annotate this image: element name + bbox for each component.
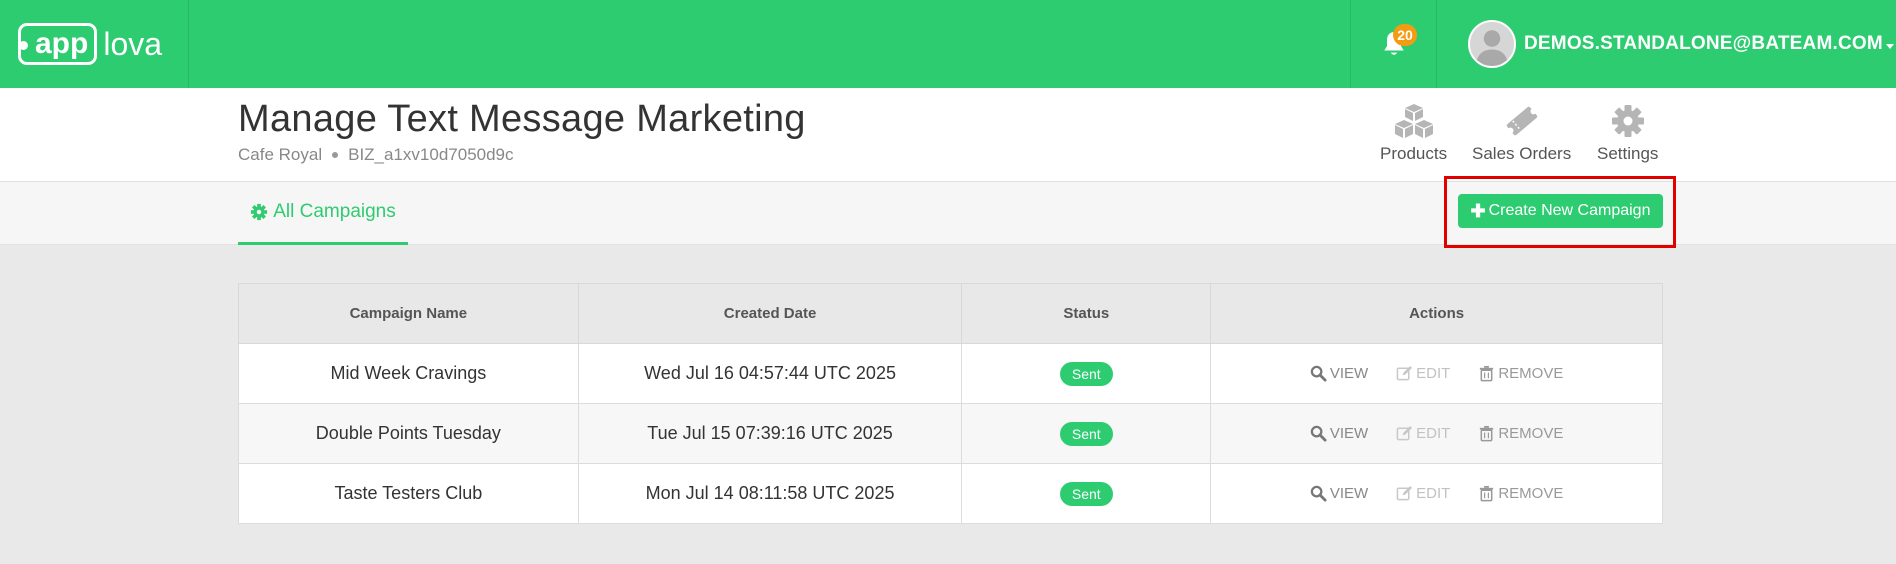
notifications-button[interactable]: 20: [1350, 0, 1437, 88]
search-icon: [1310, 485, 1327, 502]
separator-dot: [332, 152, 339, 158]
view-button[interactable]: VIEW: [1310, 425, 1368, 442]
gear-icon: [1611, 105, 1644, 137]
nav-sales-orders[interactable]: Sales Orders: [1472, 102, 1571, 164]
logo-badge: app: [18, 23, 98, 65]
nav-products-label: Products: [1380, 144, 1448, 163]
plus-icon: ✚: [1470, 200, 1486, 221]
view-button[interactable]: VIEW: [1310, 485, 1368, 502]
remove-button[interactable]: REMOVE: [1478, 425, 1563, 442]
column-header-created-date: Created Date: [577, 283, 963, 344]
campaign-name-cell: Mid Week Cravings: [238, 343, 579, 404]
logo[interactable]: app lova: [0, 0, 189, 88]
logo-dot: [19, 41, 28, 50]
edit-icon: [1396, 365, 1413, 381]
created-date-cell: Tue Jul 15 07:39:16 UTC 2025: [577, 403, 963, 464]
column-header-status: Status: [961, 283, 1212, 344]
nav-settings[interactable]: Settings: [1597, 102, 1658, 164]
trash-icon: [1480, 425, 1494, 442]
notification-count-badge: 20: [1393, 24, 1417, 46]
status-badge: Sent: [1059, 481, 1113, 506]
nav-products[interactable]: Products: [1380, 102, 1447, 164]
tab-all-campaigns-label: All Campaigns: [273, 201, 396, 222]
user-menu[interactable]: DEMOS.STANDALONE@BATEAM.COM: [1438, 0, 1896, 88]
user-silhouette-icon: [1470, 22, 1514, 66]
table-row: Double Points Tuesday Tue Jul 15 07:39:1…: [238, 403, 1663, 464]
ticket-icon: [1506, 106, 1537, 136]
chevron-down-icon: [1885, 43, 1894, 49]
remove-button[interactable]: REMOVE: [1478, 485, 1563, 502]
user-email: DEMOS.STANDALONE@BATEAM.COM: [1524, 33, 1883, 54]
view-label: VIEW: [1329, 365, 1369, 382]
avatar: [1468, 20, 1516, 68]
gear-icon: [251, 203, 268, 221]
trash-icon: [1480, 365, 1494, 382]
campaigns-table: Campaign Name Created Date Status Action…: [238, 283, 1663, 524]
logo-app-text: app: [35, 27, 89, 60]
remove-label: REMOVE: [1498, 365, 1564, 382]
trash-icon: [1480, 485, 1494, 502]
view-label: VIEW: [1329, 485, 1369, 502]
actions-cell: VIEW EDIT REMOVE: [1210, 403, 1663, 464]
edit-label: EDIT: [1416, 365, 1451, 382]
table-header-row: Campaign Name Created Date Status Action…: [238, 283, 1663, 344]
boxes-icon: [1394, 104, 1433, 138]
remove-label: REMOVE: [1498, 485, 1564, 502]
remove-label: REMOVE: [1498, 425, 1564, 442]
create-new-campaign-label: Create New Campaign: [1488, 202, 1651, 219]
nav-sales-orders-label: Sales Orders: [1472, 144, 1572, 163]
business-id: BIZ_a1xv10d7050d9c: [348, 145, 514, 164]
column-header-actions: Actions: [1210, 283, 1663, 344]
edit-icon: [1396, 485, 1413, 501]
edit-button[interactable]: EDIT: [1396, 425, 1450, 442]
status-cell: Sent: [961, 343, 1212, 404]
status-badge: Sent: [1059, 421, 1113, 446]
column-header-campaign-name: Campaign Name: [238, 283, 579, 344]
page-header: Manage Text Message Marketing Cafe Royal…: [0, 88, 1896, 182]
edit-button[interactable]: EDIT: [1396, 485, 1450, 502]
table-row: Mid Week Cravings Wed Jul 16 04:57:44 UT…: [238, 343, 1663, 404]
business-info: Cafe Royal BIZ_a1xv10d7050d9c: [238, 145, 514, 165]
table-row: Taste Testers Club Mon Jul 14 08:11:58 U…: [238, 463, 1663, 524]
actions-cell: VIEW EDIT REMOVE: [1210, 343, 1663, 404]
edit-label: EDIT: [1416, 485, 1451, 502]
logo-lova-text: lova: [103, 26, 163, 62]
page-title: Manage Text Message Marketing: [238, 98, 806, 140]
top-bar: app lova 20 DEMOS.STANDALONE@BATEAM.COM: [0, 0, 1896, 88]
campaign-name-cell: Taste Testers Club: [238, 463, 579, 524]
campaign-name-cell: Double Points Tuesday: [238, 403, 579, 464]
create-new-campaign-button[interactable]: ✚ Create New Campaign: [1458, 194, 1663, 228]
status-cell: Sent: [961, 463, 1212, 524]
remove-button[interactable]: REMOVE: [1478, 365, 1563, 382]
nav-settings-label: Settings: [1597, 144, 1659, 163]
status-badge: Sent: [1059, 361, 1113, 386]
business-name: Cafe Royal: [238, 145, 323, 164]
edit-button[interactable]: EDIT: [1396, 365, 1450, 382]
edit-icon: [1396, 425, 1413, 441]
created-date-cell: Mon Jul 14 08:11:58 UTC 2025: [577, 463, 963, 524]
view-label: VIEW: [1329, 425, 1369, 442]
view-button[interactable]: VIEW: [1310, 365, 1368, 382]
created-date-cell: Wed Jul 16 04:57:44 UTC 2025: [577, 343, 963, 404]
status-cell: Sent: [961, 403, 1212, 464]
tab-all-campaigns[interactable]: All Campaigns: [238, 182, 408, 245]
search-icon: [1310, 365, 1327, 382]
search-icon: [1310, 425, 1327, 442]
actions-cell: VIEW EDIT REMOVE: [1210, 463, 1663, 524]
edit-label: EDIT: [1416, 425, 1451, 442]
